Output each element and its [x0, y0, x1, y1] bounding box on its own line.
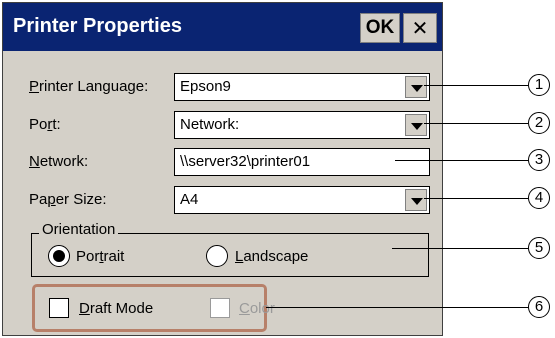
callout-3: 3 — [528, 149, 550, 171]
callout-1: 1 — [528, 74, 550, 96]
callout-6: 6 — [528, 296, 550, 318]
draft-mode-checkbox[interactable] — [49, 298, 69, 318]
printer-properties-dialog: Printer Properties OK ✕ Printer Language… — [2, 2, 443, 336]
callout-line-2 — [424, 123, 528, 124]
callout-line-6 — [266, 307, 528, 308]
paper-size-value: A4 — [180, 191, 199, 208]
landscape-radio[interactable] — [206, 245, 228, 267]
color-label: Color — [239, 300, 275, 317]
draft-mode-label[interactable]: Draft Mode — [79, 300, 153, 317]
portrait-label[interactable]: Portrait — [76, 248, 124, 265]
network-label: Network: — [29, 153, 88, 170]
label-text: etwork: — [39, 153, 89, 170]
network-input[interactable]: \\server32\printer01 — [174, 148, 430, 176]
label-text: raft Mode — [89, 300, 154, 317]
label-text: olor — [249, 300, 275, 317]
window-title: Printer Properties — [13, 15, 182, 37]
callout-line-4 — [424, 198, 528, 199]
printer-language-dropdown[interactable]: Epson9 — [174, 73, 430, 101]
printer-language-value: Epson9 — [180, 78, 231, 95]
portrait-radio[interactable] — [48, 245, 70, 267]
label-text: rait — [103, 248, 125, 265]
label-text: andscape — [243, 248, 309, 265]
label-text: Po — [29, 116, 48, 133]
callout-4: 4 — [528, 187, 550, 209]
title-bar: Printer Properties OK ✕ — [3, 3, 442, 51]
callout-line-1 — [424, 85, 528, 86]
color-checkbox[interactable] — [210, 298, 230, 318]
label-mnemonic: N — [29, 153, 40, 170]
callout-2: 2 — [528, 112, 550, 134]
label-mnemonic: D — [79, 300, 90, 317]
label-text: er Size: — [55, 191, 107, 208]
port-dropdown[interactable]: Network: — [174, 111, 430, 139]
network-value: \\server32\printer01 — [180, 153, 311, 170]
landscape-label[interactable]: Landscape — [235, 248, 308, 265]
callout-line-3 — [395, 160, 528, 161]
callout-5: 5 — [528, 237, 550, 259]
paper-size-dropdown[interactable]: A4 — [174, 186, 430, 214]
triangle-down-icon — [411, 123, 423, 130]
orientation-legend: Orientation — [39, 221, 119, 238]
port-value: Network: — [180, 116, 240, 133]
dropdown-button[interactable] — [405, 189, 427, 211]
ok-button[interactable]: OK — [360, 13, 400, 43]
close-icon[interactable]: ✕ — [403, 13, 437, 43]
dropdown-button[interactable] — [405, 114, 427, 136]
printer-language-label: Printer Language: — [29, 78, 148, 95]
port-label: Port: — [29, 116, 61, 133]
triangle-down-icon — [411, 198, 423, 205]
label-text: Por — [76, 248, 100, 265]
triangle-down-icon — [411, 85, 423, 92]
label-text: Pa — [29, 191, 48, 208]
label-mnemonic: C — [239, 300, 250, 317]
dropdown-button[interactable] — [405, 76, 427, 98]
callout-line-5 — [392, 248, 528, 249]
label-text: t: — [52, 116, 61, 133]
radio-selected-dot — [53, 250, 65, 262]
label-mnemonic: p — [47, 191, 56, 208]
paper-size-label: Paper Size: — [29, 191, 107, 208]
label-text: rinter Language: — [39, 78, 149, 95]
label-mnemonic: P — [29, 78, 40, 95]
